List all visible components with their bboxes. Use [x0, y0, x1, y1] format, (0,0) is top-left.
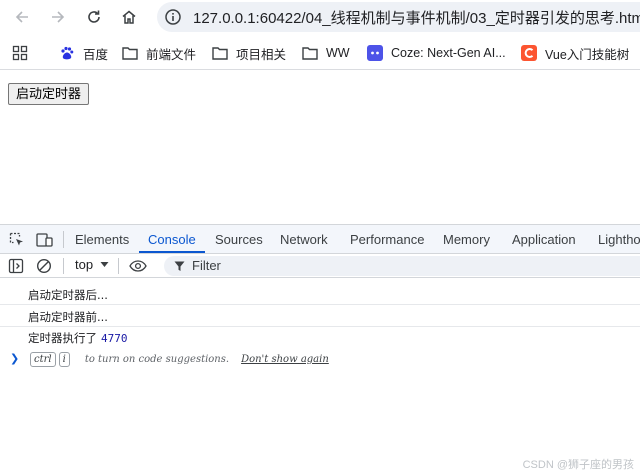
- console-filter-input[interactable]: Filter: [164, 256, 640, 276]
- bookmark-coze[interactable]: Coze: Next-Gen AI...: [367, 44, 506, 62]
- log-message-with-value: 定时器执行了 4770: [28, 330, 128, 346]
- bookmark-label: 项目相关: [236, 47, 287, 62]
- bookmark-ww[interactable]: WW: [302, 44, 350, 62]
- bookmark-label: 百度: [83, 47, 109, 62]
- apps-button[interactable]: [12, 44, 28, 62]
- console-log-row[interactable]: 启动定时器前...: [0, 305, 640, 327]
- page-content: 启动定时器: [0, 71, 640, 224]
- bookmark-label: WW: [326, 46, 350, 60]
- address-bar[interactable]: 127.0.0.1:60422/04_线程机制与事件机制/03_定时器引发的思考…: [157, 2, 640, 32]
- log-number-value: 4770: [101, 332, 128, 345]
- bookmark-project[interactable]: 项目相关: [212, 44, 286, 62]
- watermark: CSDN @狮子座的男孩: [522, 459, 634, 471]
- csdn-icon: [521, 45, 537, 61]
- home-icon: [122, 10, 136, 24]
- console-log-row[interactable]: 定时器执行了 4770: [0, 326, 640, 348]
- coze-icon: [367, 45, 383, 61]
- active-tab-indicator: [139, 251, 205, 253]
- baidu-icon: [59, 45, 75, 61]
- bookmark-label: Coze: Next-Gen AI...: [391, 46, 506, 60]
- clear-console-icon[interactable]: [36, 258, 52, 274]
- bookmark-baidu[interactable]: 百度: [59, 44, 108, 62]
- bookmark-label: 前端文件: [146, 47, 197, 62]
- toolbar-separator: [63, 258, 64, 274]
- context-selector[interactable]: top: [75, 257, 93, 272]
- kbd-i: i: [58, 352, 70, 367]
- tab-sources[interactable]: Sources: [215, 232, 263, 247]
- forward-arrow-icon: [52, 11, 65, 23]
- log-message: 定时器执行了: [28, 331, 97, 345]
- log-message: 启动定时器后...: [28, 288, 108, 302]
- site-info-icon[interactable]: [164, 8, 182, 26]
- tab-lighthouse[interactable]: Lighthouse: [598, 232, 640, 247]
- tab-separator: [63, 231, 64, 248]
- tab-console[interactable]: Console: [148, 232, 196, 247]
- tab-elements[interactable]: Elements: [75, 232, 129, 247]
- devtools-panel: Elements Console Sources Network Perform…: [0, 224, 640, 476]
- kbd-ctrl: ctrl: [30, 352, 56, 367]
- dont-show-again-link[interactable]: Don't show again: [241, 354, 329, 365]
- folder-icon: [122, 45, 138, 61]
- bookmark-label: Vue入门技能树: [545, 47, 630, 62]
- apps-grid-icon: [12, 45, 28, 61]
- folder-icon: [302, 45, 318, 61]
- tab-application[interactable]: Application: [512, 232, 576, 247]
- reload-icon: [88, 10, 100, 23]
- devtools-tab-bar: Elements Console Sources Network Perform…: [0, 225, 640, 254]
- code-suggestion-hint: ctrl i to turn on code suggestions. Don't s…: [30, 352, 329, 367]
- navigation-bar: 127.0.0.1:60422/04_线程机制与事件机制/03_定时器引发的思考…: [0, 0, 640, 34]
- console-toolbar: top Filter: [0, 254, 640, 278]
- browser-window: 127.0.0.1:60422/04_线程机制与事件机制/03_定时器引发的思考…: [0, 0, 640, 476]
- device-toolbar-icon[interactable]: [36, 232, 53, 248]
- chevron-down-icon[interactable]: [100, 260, 109, 269]
- filter-funnel-icon: [174, 261, 185, 271]
- bookmark-vue[interactable]: Vue入门技能树: [521, 44, 629, 62]
- log-message: 启动定时器前...: [28, 310, 108, 324]
- reload-button[interactable]: [82, 5, 106, 29]
- hint-text: to turn on code suggestions.: [84, 354, 230, 365]
- console-prompt[interactable]: ❯ ctrl i to turn on code suggestions. Don't…: [0, 349, 640, 369]
- inspect-element-icon[interactable]: [9, 232, 25, 248]
- bookmarks-bar: 百度 前端文件 项目相关 WW Coze: Next-Gen AI... Vue…: [0, 36, 640, 70]
- url-text: 127.0.0.1:60422/04_线程机制与事件机制/03_定时器引发的思考…: [193, 10, 640, 27]
- console-log-row[interactable]: 启动定时器后...: [0, 283, 640, 305]
- back-button[interactable]: [10, 5, 34, 29]
- home-button[interactable]: [117, 5, 141, 29]
- bookmark-frontend-files[interactable]: 前端文件: [122, 44, 196, 62]
- filter-placeholder: Filter: [192, 258, 221, 273]
- forward-button[interactable]: [46, 5, 70, 29]
- tab-network[interactable]: Network: [280, 232, 328, 247]
- folder-icon: [212, 45, 228, 61]
- sidebar-toggle-icon[interactable]: [8, 258, 24, 274]
- back-arrow-icon: [15, 11, 28, 23]
- toolbar-separator: [118, 258, 119, 274]
- start-timer-button[interactable]: 启动定时器: [8, 83, 90, 105]
- live-expression-eye-icon[interactable]: [129, 258, 147, 274]
- prompt-chevron-icon: ❯: [10, 352, 20, 365]
- tab-memory[interactable]: Memory: [443, 232, 490, 247]
- tab-performance[interactable]: Performance: [350, 232, 424, 247]
